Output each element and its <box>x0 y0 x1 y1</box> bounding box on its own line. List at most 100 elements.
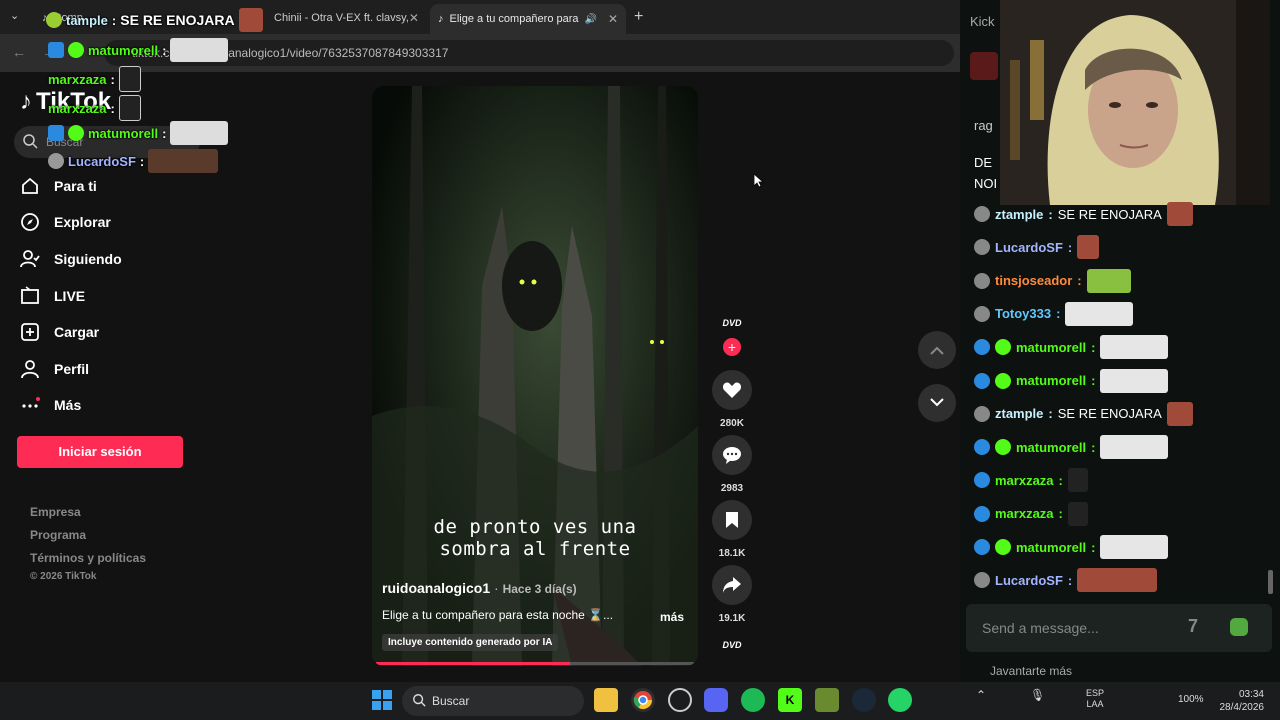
verified-icon <box>68 42 84 58</box>
app-icon[interactable] <box>668 688 692 712</box>
avatar[interactable]: DVD <box>716 318 748 340</box>
chat-message: matumorell: <box>974 367 1169 395</box>
chat-username[interactable]: LucardoSF <box>995 240 1063 255</box>
chrome-icon[interactable] <box>631 688 655 712</box>
follow-plus-icon[interactable]: + <box>723 338 741 356</box>
video-progress-fill <box>376 662 570 665</box>
close-icon[interactable]: ✕ <box>608 12 618 26</box>
badge-icon <box>974 539 990 555</box>
badge-icon <box>974 206 990 222</box>
emote-picker-icon[interactable] <box>1230 618 1248 636</box>
steam-icon[interactable] <box>852 688 876 712</box>
nav-profile[interactable]: Perfil <box>20 351 89 387</box>
close-icon[interactable]: ✕ <box>409 11 419 25</box>
tray-chevron-icon[interactable]: ⌃ <box>976 688 986 702</box>
spotify-icon[interactable] <box>741 688 765 712</box>
chat-text: SE RE ENOJARA <box>1057 406 1162 422</box>
badge-icon <box>974 372 990 389</box>
emote-image <box>1077 235 1100 260</box>
chat-username[interactable]: matumorell <box>1016 373 1086 388</box>
overlay-chat-row: marxzaza : <box>48 95 141 121</box>
clock-date: 28/4/2026 <box>1219 702 1265 713</box>
chat-message-input[interactable]: Send a message... <box>966 604 1272 652</box>
save-action[interactable]: 18.1K <box>712 500 752 559</box>
chat-username[interactable]: tinsjoseador <box>995 273 1072 288</box>
comment-action[interactable]: 2983 <box>712 435 752 494</box>
author-name[interactable]: ruidoanalogico1 <box>382 580 490 596</box>
more-link[interactable]: más <box>660 610 684 624</box>
nav-more[interactable]: Más <box>20 387 81 423</box>
badge-icon <box>974 305 990 322</box>
overlay-username: tample <box>66 12 108 28</box>
windows-start-icon[interactable] <box>370 688 394 712</box>
chat-separator: : <box>1091 539 1096 555</box>
chat-separator: : <box>1067 572 1073 588</box>
home-icon <box>22 177 38 194</box>
tab-list-button[interactable]: ⌄ <box>10 9 26 25</box>
emote-image <box>1100 535 1169 559</box>
chat-username[interactable]: matumorell <box>1016 540 1086 555</box>
kick-emote-icon[interactable]: 7 <box>1188 616 1198 637</box>
new-tab-button[interactable]: + <box>634 8 643 26</box>
overlay-chat-row: tample : SE RE ENOJARA <box>46 8 263 32</box>
nav-live[interactable]: LIVE <box>20 278 85 314</box>
video-progress-bar[interactable] <box>376 662 694 665</box>
microphone-icon[interactable]: 🎙 <box>1030 688 1045 702</box>
chat-separator: : <box>1056 306 1061 322</box>
like-action[interactable]: 280K <box>712 370 752 429</box>
discord-icon[interactable] <box>704 688 728 712</box>
nav-explore[interactable]: Explorar <box>20 204 111 240</box>
chat-message: matumorell: <box>974 533 1169 561</box>
kick-icon[interactable]: K <box>778 688 802 712</box>
video-author[interactable]: ruidoanalogico1 · Hace 3 día(s) <box>382 580 577 596</box>
chat-username[interactable]: ztample <box>995 207 1043 222</box>
back-icon[interactable]: ← <box>12 44 26 60</box>
footer-company[interactable]: Empresa <box>30 505 81 519</box>
language-indicator[interactable]: ESP LAA <box>1086 688 1104 710</box>
video-description: Elige a tu compañero para esta noche ⌛..… <box>382 608 614 622</box>
next-video-button[interactable] <box>918 384 956 422</box>
chevron-up-icon <box>930 346 944 355</box>
taskbar-search[interactable]: Buscar <box>402 686 584 716</box>
chat-username[interactable]: marxzaza <box>995 473 1054 488</box>
share-action[interactable]: 19.1K <box>712 565 752 624</box>
chat-username[interactable]: ztample <box>995 406 1043 421</box>
speaker-icon[interactable]: 🔊 <box>585 14 597 25</box>
tab-2-title: Chinii - Otra V-EX ft. clavsy, <box>274 12 409 24</box>
video-player[interactable]: de pronto ves una sombra al frente ruido… <box>372 86 698 666</box>
pinned-text-3: NOI <box>974 176 998 191</box>
chat-avatar[interactable] <box>970 52 998 80</box>
chat-message: ztample: SE RE ENOJARA <box>974 200 1193 228</box>
footer-program[interactable]: Programa <box>30 528 86 542</box>
footer-terms[interactable]: Términos y políticas <box>30 551 146 565</box>
chat-username[interactable]: matumorell <box>1016 440 1086 455</box>
badge-icon <box>974 505 990 522</box>
app-icon[interactable] <box>815 688 839 712</box>
chat-username[interactable]: matumorell <box>1016 340 1086 355</box>
comment-count: 2983 <box>720 483 744 494</box>
overlay-chat: tample : SE RE ENOJARA matumorell : marx… <box>40 4 270 174</box>
chat-message: tinsjoseador: <box>974 267 1131 295</box>
video-caption-line-1: de pronto ves una <box>433 516 637 538</box>
overlay-separator: : <box>110 71 115 87</box>
chat-username[interactable]: Totoy333 <box>995 306 1051 321</box>
music-disc-icon[interactable]: DVD <box>716 640 748 658</box>
chat-separator: : <box>1091 339 1096 355</box>
clock[interactable]: 03:34 28/4/2026 <box>1218 688 1265 714</box>
chat-username[interactable]: marxzaza <box>995 506 1054 521</box>
previous-video-button[interactable] <box>918 331 956 369</box>
nav-following[interactable]: Siguiendo <box>20 241 122 277</box>
chat-username[interactable]: LucardoSF <box>995 573 1063 588</box>
whatsapp-icon[interactable] <box>888 688 912 712</box>
tab-3[interactable]: ♪ Elige a tu compañero para 🔊 ✕ <box>430 4 626 34</box>
file-explorer-icon[interactable] <box>594 688 618 712</box>
badge-icon <box>48 153 64 169</box>
chat-header-text: Kick <box>970 14 995 29</box>
emote-image <box>1067 468 1088 493</box>
chat-scrollbar[interactable] <box>1268 570 1273 594</box>
login-button[interactable]: Iniciar sesión <box>17 436 183 468</box>
lang-secondary: LAA <box>1086 699 1104 709</box>
search-icon <box>22 133 38 154</box>
tab-3-title: Elige a tu compañero para <box>449 13 579 25</box>
nav-upload[interactable]: Cargar <box>20 314 99 350</box>
